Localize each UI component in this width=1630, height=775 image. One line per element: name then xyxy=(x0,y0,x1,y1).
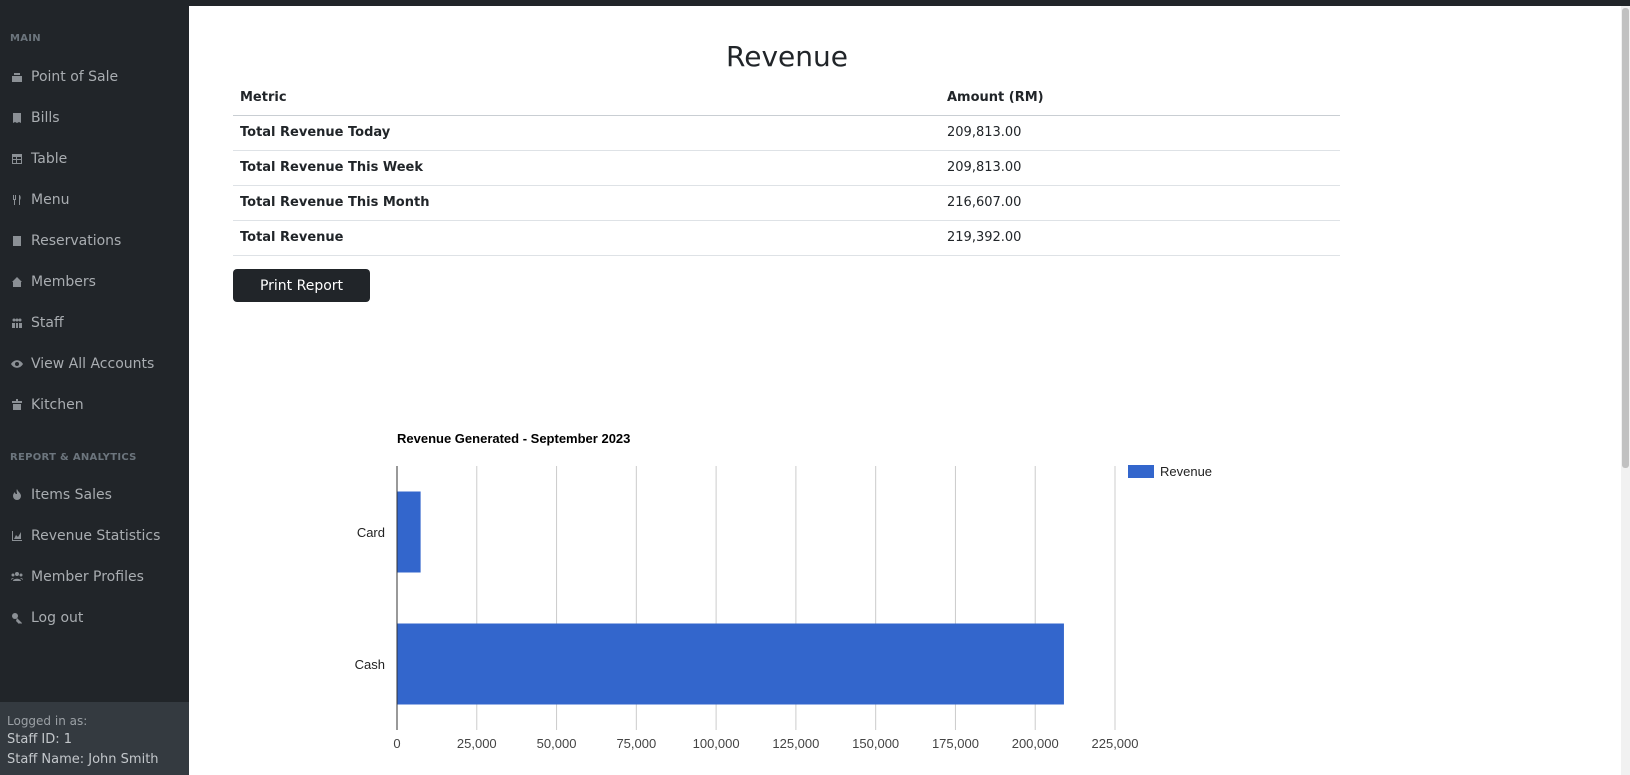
metric-cell: Total Revenue This Month xyxy=(233,185,940,221)
sidebar-item-items-sales[interactable]: Items Sales xyxy=(0,480,189,510)
print-report-button[interactable]: Print Report xyxy=(233,269,370,302)
kitchen-icon xyxy=(11,399,23,411)
sidebar-item-bills[interactable]: Bills xyxy=(0,103,189,133)
top-bar xyxy=(189,0,1630,6)
legend-swatch xyxy=(1128,465,1154,478)
sidebar-item-label: Revenue Statistics xyxy=(31,528,161,544)
page-title: Revenue xyxy=(726,40,848,73)
metric-cell: Total Revenue This Week xyxy=(233,150,940,186)
legend-label: Revenue xyxy=(1160,464,1212,479)
table-icon xyxy=(11,153,23,165)
people-icon xyxy=(11,317,23,329)
sidebar-item-reservations[interactable]: Reservations xyxy=(0,226,189,256)
receipt-icon xyxy=(11,112,23,124)
sidebar-item-menu[interactable]: Menu xyxy=(0,185,189,215)
cash-register-icon xyxy=(11,71,23,83)
x-tick-label: 200,000 xyxy=(1012,736,1059,751)
sidebar-item-label: Table xyxy=(31,151,68,167)
sidebar-item-view-all-accounts[interactable]: View All Accounts xyxy=(0,349,189,379)
metric-cell: Total Revenue Today xyxy=(233,115,940,151)
sidebar-item-label: Log out xyxy=(31,610,84,626)
sidebar-item-label: Member Profiles xyxy=(31,569,144,585)
x-tick-label: 125,000 xyxy=(772,736,819,751)
book-icon xyxy=(11,235,23,247)
amount-cell: 219,392.00 xyxy=(940,220,1340,256)
table-row: Total Revenue Today 209,813.00 xyxy=(233,115,1340,151)
bar-cash[interactable] xyxy=(397,623,1064,705)
utensils-icon xyxy=(11,194,23,206)
sidebar-footer: Logged in as: Staff ID: 1 Staff Name: Jo… xyxy=(0,702,189,775)
revenue-table: Metric Amount (RM) Total Revenue Today 2… xyxy=(233,80,1340,256)
sidebar-item-label: Members xyxy=(31,274,96,290)
sidebar-item-revenue-statistics[interactable]: Revenue Statistics xyxy=(0,521,189,551)
sidebar-item-table[interactable]: Table xyxy=(0,144,189,174)
sidebar-item-log-out[interactable]: Log out xyxy=(0,603,189,633)
x-tick-label: 150,000 xyxy=(852,736,899,751)
key-icon xyxy=(11,612,23,624)
sidebar-item-members[interactable]: Members xyxy=(0,267,189,297)
column-header-metric: Metric xyxy=(233,80,940,116)
scrollbar-thumb[interactable] xyxy=(1622,8,1629,468)
sidebar-item-staff[interactable]: Staff xyxy=(0,308,189,338)
sidebar-section-report: REPORT & ANALYTICS xyxy=(10,452,137,463)
logged-in-caption: Logged in as: xyxy=(7,714,88,728)
revenue-bar-chart: 0 25,000 50,000 75,000 100,000 125,000 150,000… xyxy=(355,464,1212,751)
x-tick-label: 25,000 xyxy=(457,736,497,751)
sidebar-item-label: View All Accounts xyxy=(31,356,155,372)
x-tick-label: 100,000 xyxy=(693,736,740,751)
sidebar-item-label: Menu xyxy=(31,192,70,208)
fire-icon xyxy=(11,489,23,501)
amount-cell: 209,813.00 xyxy=(940,115,1340,151)
users-icon xyxy=(11,571,23,583)
chart-area-icon xyxy=(11,530,23,542)
sidebar-item-label: Bills xyxy=(31,110,60,126)
metric-cell: Total Revenue xyxy=(233,220,940,256)
sidebar-item-label: Staff xyxy=(31,315,64,331)
table-header-row: Metric Amount (RM) xyxy=(233,80,1340,116)
sidebar-item-member-profiles[interactable]: Member Profiles xyxy=(0,562,189,592)
x-tick-label: 175,000 xyxy=(932,736,979,751)
sidebar-item-label: Kitchen xyxy=(31,397,84,413)
staff-name: Staff Name: John Smith xyxy=(7,752,159,767)
sidebar: MAIN REPORT & ANALYTICS Logged in as: St… xyxy=(0,0,189,775)
y-category-label: Card xyxy=(357,525,385,540)
eye-icon xyxy=(11,358,23,370)
sidebar-item-label: Point of Sale xyxy=(31,69,119,85)
sidebar-item-label: Reservations xyxy=(31,233,122,249)
sidebar-item-point-of-sale[interactable]: Point of Sale xyxy=(0,62,189,92)
column-header-amount: Amount (RM) xyxy=(940,80,1340,116)
amount-cell: 209,813.00 xyxy=(940,150,1340,186)
y-category-label: Cash xyxy=(355,657,385,672)
x-tick-label: 0 xyxy=(393,736,400,751)
house-user-icon xyxy=(11,276,23,288)
x-tick-label: 75,000 xyxy=(616,736,656,751)
bar-card[interactable] xyxy=(397,491,421,573)
table-row: Total Revenue This Month 216,607.00 xyxy=(233,185,1340,221)
amount-cell: 216,607.00 xyxy=(940,185,1340,221)
table-row: Total Revenue This Week 209,813.00 xyxy=(233,150,1340,186)
sidebar-item-label: Items Sales xyxy=(31,487,112,503)
sidebar-item-kitchen[interactable]: Kitchen xyxy=(0,390,189,420)
x-tick-label: 50,000 xyxy=(537,736,577,751)
table-row: Total Revenue 219,392.00 xyxy=(233,220,1340,256)
staff-id: Staff ID: 1 xyxy=(7,732,73,747)
sidebar-section-main: MAIN xyxy=(10,33,41,44)
x-tick-label: 225,000 xyxy=(1092,736,1139,751)
